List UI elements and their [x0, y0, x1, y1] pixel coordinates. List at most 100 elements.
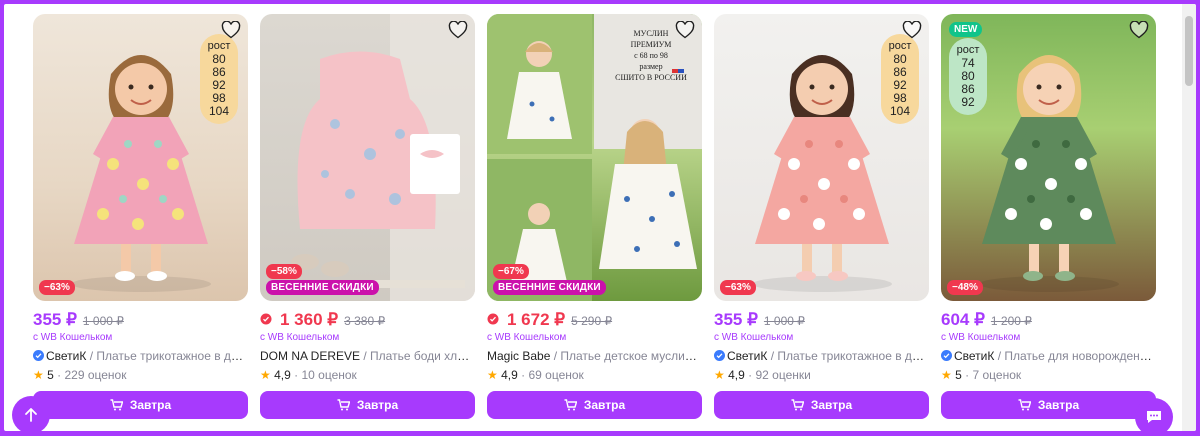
heart-icon — [675, 21, 695, 39]
product-photo[interactable]: рост 80 86 92 98 104 −63% — [33, 14, 248, 301]
scrollbar-thumb[interactable] — [1185, 16, 1193, 86]
star-icon: ★ — [714, 368, 725, 382]
rating-row: ★ 4,9 · 92 оценки — [714, 368, 811, 382]
favorite-button[interactable] — [447, 20, 469, 40]
product-title[interactable]: СветиК / Платье для новорожденных — [941, 349, 1156, 363]
product-title[interactable]: СветиК / Платье трикотажное в детск... — [33, 349, 248, 363]
cart-icon — [1018, 399, 1031, 411]
price-row: 355 ₽ 1 000 ₽ — [714, 310, 805, 330]
review-count: · 229 оценок — [57, 368, 127, 382]
discount-badge: −63% — [39, 280, 75, 295]
current-price: 1 360 ₽ — [280, 310, 339, 329]
caption-line: СШИТО В РОССИИ — [615, 73, 687, 82]
review-count: · 92 оценки — [748, 368, 811, 382]
rating-row: ★ 4,9 · 69 оценок — [487, 368, 584, 382]
caption-line: ПРЕМИУМ — [630, 40, 672, 49]
add-to-cart-button[interactable]: Завтра — [33, 391, 248, 419]
product-name: / Платье трикотажное в детск... — [770, 349, 929, 363]
favorite-button[interactable] — [1128, 20, 1150, 40]
favorite-button[interactable] — [901, 20, 923, 40]
size-value: 92 — [961, 95, 975, 109]
delivery-label: Завтра — [583, 398, 626, 412]
rating-value: 5 — [955, 368, 962, 382]
caption-line: с 68 по 98 — [634, 51, 668, 60]
review-count: · 10 оценок — [294, 368, 357, 382]
cart-icon — [564, 399, 577, 411]
rating-value: 4,9 — [728, 368, 745, 382]
arrow-up-icon — [25, 408, 37, 422]
product-carousel: рост 80 86 92 98 104 −63% 355 ₽ 1 000 ₽ с WB… — [4, 4, 1196, 431]
promo-badge: ВЕСЕННИЕ СКИДКИ — [266, 280, 379, 295]
delivery-label: Завтра — [1037, 398, 1080, 412]
scroll-to-top-button[interactable] — [12, 396, 50, 434]
current-price: 355 ₽ — [33, 310, 77, 329]
price-row: 355 ₽ 1 000 ₽ — [33, 310, 124, 330]
size-range-badge: рост 80 86 92 98 104 — [200, 34, 238, 124]
delivery-label: Завтра — [810, 398, 853, 412]
heart-icon — [448, 21, 468, 39]
verified-brand-icon — [941, 350, 952, 361]
product-title[interactable]: СветиК / Платье трикотажное в детск... — [714, 349, 929, 363]
product-title[interactable]: DOM NA DEREVE / Платье боди хлопков... — [260, 349, 475, 363]
product-title[interactable]: Magic Babe / Платье детское муслин на... — [487, 349, 702, 363]
old-price: 1 200 ₽ — [990, 314, 1032, 328]
price-row: 1 360 ₽ 3 380 ₽ — [260, 310, 385, 330]
wallet-icon — [487, 313, 499, 325]
heart-icon — [221, 21, 241, 39]
rating-row: ★ 5 · 7 оценок — [941, 368, 1021, 382]
wallet-note: с WB Кошельком — [487, 332, 567, 343]
discount-badge: −63% — [720, 280, 756, 295]
add-to-cart-button[interactable]: Завтра — [260, 391, 475, 419]
discount-badge: −58% — [266, 264, 302, 279]
favorite-button[interactable] — [220, 20, 242, 40]
delivery-label: Завтра — [356, 398, 399, 412]
star-icon: ★ — [260, 368, 271, 382]
old-price: 3 380 ₽ — [344, 314, 386, 328]
add-to-cart-button[interactable]: Завтра — [714, 391, 929, 419]
favorite-button[interactable] — [674, 20, 696, 40]
chat-icon — [1147, 411, 1161, 423]
scrollbar[interactable] — [1182, 4, 1196, 431]
price-row: 604 ₽ 1 200 ₽ — [941, 310, 1032, 330]
rating-value: 4,9 — [501, 368, 518, 382]
verified-brand-icon — [714, 350, 725, 361]
new-badge: NEW — [949, 22, 983, 37]
old-price: 1 000 ₽ — [763, 314, 805, 328]
chat-button[interactable] — [1135, 398, 1173, 436]
add-to-cart-button[interactable]: Завтра — [487, 391, 702, 419]
wallet-note: с WB Кошельком — [260, 332, 340, 343]
size-range-badge: рост 80 86 92 98 104 — [881, 34, 919, 124]
delivery-label: Завтра — [129, 398, 172, 412]
old-price: 1 000 ₽ — [82, 314, 124, 328]
current-price: 604 ₽ — [941, 310, 985, 329]
wallet-note: с WB Кошельком — [714, 332, 794, 343]
product-name: / Платье трикотажное в детск... — [89, 349, 248, 363]
product-photo[interactable]: рост 80 86 92 98 104 −63% — [714, 14, 929, 301]
size-value: 104 — [208, 104, 230, 118]
product-photo[interactable]: −58% ВЕСЕННИЕ СКИДКИ — [260, 14, 475, 301]
heart-icon — [902, 21, 922, 39]
cart-icon — [337, 399, 350, 411]
discount-badge: −67% — [493, 264, 529, 279]
product-photo-illustration — [270, 14, 475, 301]
product-name: / Платье детское муслин на... — [553, 349, 702, 363]
verified-brand-icon — [33, 350, 44, 361]
product-name: / Платье боди хлопков... — [363, 349, 475, 363]
brand-name: СветиК — [727, 349, 768, 363]
wallet-note: с WB Кошельком — [941, 332, 1021, 343]
product-name: / Платье для новорожденных — [997, 349, 1156, 363]
star-icon: ★ — [487, 368, 498, 382]
product-photo[interactable]: NEW рост 74 80 86 92 −48% — [941, 14, 1156, 301]
rating-row: ★ 5 · 229 оценок — [33, 368, 126, 382]
price-row: 1 672 ₽ 5 290 ₽ — [487, 310, 612, 330]
wallet-icon — [260, 313, 272, 325]
product-photo[interactable]: МУСЛИН ПРЕМИУМ с 68 по 98 размер СШИТО В РОС… — [487, 14, 702, 301]
promo-badge: ВЕСЕННИЕ СКИДКИ — [493, 280, 606, 295]
old-price: 5 290 ₽ — [571, 314, 613, 328]
brand-name: DOM NA DEREVE — [260, 349, 361, 363]
size-value: 104 — [889, 104, 911, 118]
star-icon: ★ — [941, 368, 952, 382]
add-to-cart-button[interactable]: Завтра — [941, 391, 1156, 419]
rating-row: ★ 4,9 · 10 оценок — [260, 368, 357, 382]
wallet-note: с WB Кошельком — [33, 332, 113, 343]
